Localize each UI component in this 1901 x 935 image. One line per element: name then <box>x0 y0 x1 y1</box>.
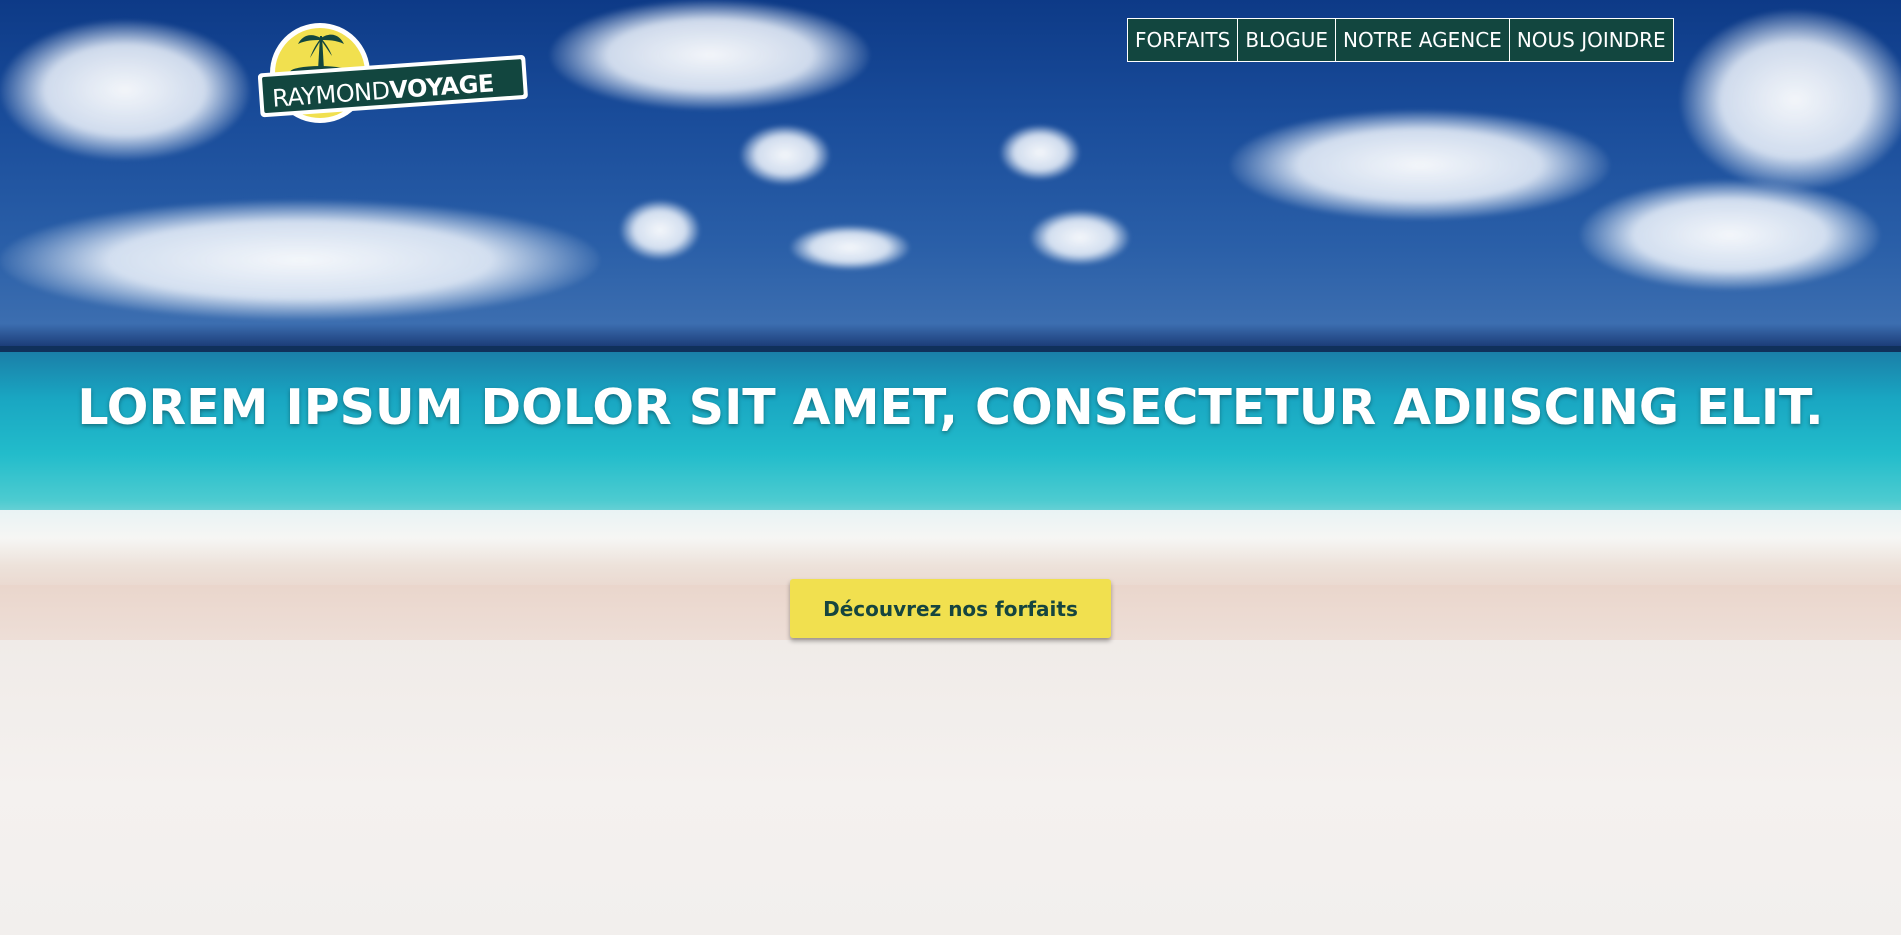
cloud <box>1230 110 1610 220</box>
logo-text-light: RAYMOND <box>271 76 391 113</box>
sand-background <box>0 640 1901 935</box>
discover-packages-button[interactable]: Découvrez nos forfaits <box>790 579 1111 638</box>
nav-item-forfaits[interactable]: FORFAITS <box>1127 18 1239 62</box>
main-nav: FORFAITS BLOGUE NOTRE AGENCE NOUS JOINDR… <box>1127 18 1674 62</box>
hero-headline: LOREM IPSUM DOLOR SIT AMET, CONSECTETUR … <box>77 378 1824 436</box>
logo-text-bold: VOYAGE <box>388 69 495 105</box>
hero-section: RAYMOND VOYAGE FORFAITS BLOGUE NOTRE AGEN… <box>0 0 1901 935</box>
nav-item-notre-agence[interactable]: NOTRE AGENCE <box>1334 18 1510 62</box>
surf-foam <box>0 510 1901 590</box>
cloud <box>0 20 250 160</box>
site-logo[interactable]: RAYMOND VOYAGE <box>257 18 530 124</box>
cloud <box>550 0 870 110</box>
cloud <box>1030 210 1130 265</box>
nav-item-nous-joindre[interactable]: NOUS JOINDRE <box>1508 18 1674 62</box>
cloud <box>620 200 700 260</box>
cloud <box>1580 180 1880 290</box>
cloud <box>790 225 910 270</box>
cloud <box>0 200 600 320</box>
cloud <box>740 125 830 185</box>
nav-item-blogue[interactable]: BLOGUE <box>1237 18 1336 62</box>
cloud <box>1000 125 1080 180</box>
cloud <box>1680 10 1901 190</box>
